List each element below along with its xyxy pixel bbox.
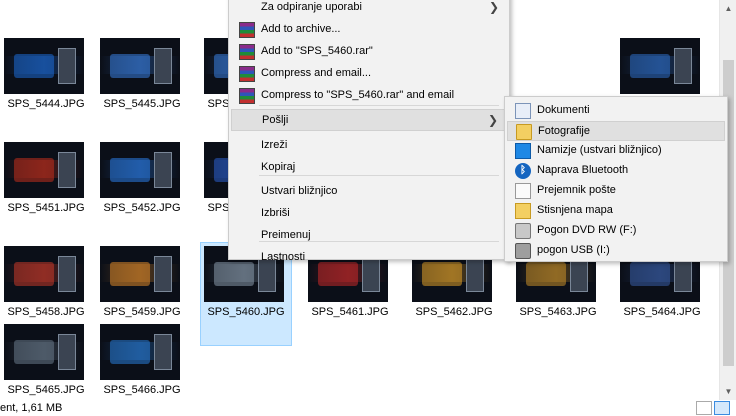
file-item[interactable]: SPS_5444.JPG bbox=[0, 38, 92, 134]
file-name: SPS_5465.JPG bbox=[7, 384, 85, 396]
menu-item-label: Izbriši bbox=[261, 207, 290, 219]
file-item[interactable]: SPS_5451.JPG bbox=[0, 142, 92, 238]
winrar-icon bbox=[239, 22, 255, 38]
context-menu-item[interactable]: Pošlji ❯ bbox=[231, 109, 507, 131]
image-thumbnail bbox=[100, 142, 180, 198]
file-name: SPS_5451.JPG bbox=[7, 202, 85, 214]
scroll-down-arrow-icon[interactable]: ▼ bbox=[720, 383, 736, 400]
menu-item-label: Za odpiranje uporabi bbox=[261, 1, 362, 13]
winrar-icon bbox=[239, 44, 255, 60]
image-thumbnail bbox=[4, 38, 84, 94]
chevron-right-icon: ❯ bbox=[487, 113, 498, 127]
zip-folder-icon bbox=[515, 203, 531, 219]
image-thumbnail bbox=[100, 324, 180, 380]
menu-item-label: Izreži bbox=[261, 139, 288, 151]
send-to-item[interactable]: Pogon DVD RW (F:) bbox=[507, 221, 725, 241]
menu-item-label: Namizje (ustvari bližnjico) bbox=[537, 144, 662, 156]
file-name: SPS_5452.JPG bbox=[103, 202, 181, 214]
send-to-item[interactable]: Namizje (ustvari bližnjico) bbox=[507, 141, 725, 161]
file-item[interactable]: SPS_5452.JPG bbox=[96, 142, 188, 238]
send-to-item[interactable]: ᛒ Naprava Bluetooth bbox=[507, 161, 725, 181]
winrar-icon bbox=[239, 88, 255, 104]
dvd-drive-icon bbox=[515, 223, 531, 239]
send-to-item[interactable]: pogon USB (I:) bbox=[507, 241, 725, 261]
folder-icon bbox=[516, 124, 532, 140]
scroll-up-arrow-icon[interactable]: ▲ bbox=[720, 0, 736, 17]
large-icons-view-icon[interactable] bbox=[714, 401, 730, 415]
context-menu-item[interactable]: Add to archive... bbox=[231, 19, 507, 41]
menu-item-label: Fotografije bbox=[538, 125, 590, 137]
file-item[interactable]: SPS_5445.JPG bbox=[96, 38, 188, 134]
usb-drive-icon bbox=[515, 243, 531, 259]
file-name: SPS_5463.JPG bbox=[519, 306, 597, 318]
chevron-right-icon: ❯ bbox=[488, 0, 499, 14]
menu-item-label: Ustvari bližnjico bbox=[261, 185, 338, 197]
image-thumbnail bbox=[100, 38, 180, 94]
image-thumbnail bbox=[4, 246, 84, 302]
menu-item-label: Preimenuj bbox=[261, 229, 311, 241]
context-menu-item[interactable]: Add to "SPS_5460.rar" bbox=[231, 41, 507, 63]
menu-item-label: Add to archive... bbox=[261, 23, 341, 35]
file-name: SPS_5445.JPG bbox=[103, 98, 181, 110]
file-name: SPS_5461.JPG bbox=[311, 306, 389, 318]
send-to-item[interactable]: Dokumenti bbox=[507, 101, 725, 121]
context-menu-item[interactable]: Lastnosti bbox=[231, 247, 507, 269]
context-menu-item[interactable]: Compress to "SPS_5460.rar" and email bbox=[231, 85, 507, 107]
context-menu-item[interactable]: Izreži bbox=[231, 135, 507, 157]
thumbnail-console-panel bbox=[58, 152, 76, 188]
file-name: SPS_5458.JPG bbox=[7, 306, 85, 318]
context-menu-item[interactable]: Preimenuj bbox=[231, 225, 507, 247]
send-to-item[interactable]: Prejemnik pošte bbox=[507, 181, 725, 201]
image-thumbnail bbox=[4, 142, 84, 198]
thumbnail-console-panel bbox=[154, 256, 172, 292]
mail-icon bbox=[515, 183, 531, 199]
file-name: SPS_5444.JPG bbox=[7, 98, 85, 110]
file-name: SPS_5459.JPG bbox=[103, 306, 181, 318]
send-to-submenu: Dokumenti Fotografije Namizje (ustvari bli… bbox=[504, 96, 728, 262]
send-to-item[interactable]: Stisnjena mapa bbox=[507, 201, 725, 221]
details-view-icon[interactable] bbox=[696, 401, 712, 415]
menu-item-label: Stisnjena mapa bbox=[537, 204, 613, 216]
send-to-item[interactable]: Fotografije bbox=[507, 121, 725, 141]
context-menu-item[interactable]: Kopiraj bbox=[231, 157, 507, 179]
image-thumbnail bbox=[100, 246, 180, 302]
menu-item-label: pogon USB (I:) bbox=[537, 244, 610, 256]
thumbnail-console-panel bbox=[154, 152, 172, 188]
context-menu-item[interactable]: Compress and email... bbox=[231, 63, 507, 85]
status-bar: ent, 1,61 MB bbox=[0, 400, 736, 416]
thumbnail-console-panel bbox=[58, 334, 76, 370]
thumbnail-console-panel bbox=[154, 48, 172, 84]
context-menu-item[interactable]: Izbriši bbox=[231, 203, 507, 225]
status-text: ent, 1,61 MB bbox=[0, 402, 63, 414]
menu-item-label: Compress to "SPS_5460.rar" and email bbox=[261, 89, 455, 101]
bluetooth-icon: ᛒ bbox=[515, 163, 531, 179]
thumbnail-console-panel bbox=[58, 48, 76, 84]
file-name: SPS_5462.JPG bbox=[415, 306, 493, 318]
context-menu-item[interactable]: Za odpiranje uporabi ❯ bbox=[231, 0, 507, 19]
winrar-icon bbox=[239, 66, 255, 82]
image-thumbnail bbox=[4, 324, 84, 380]
menu-item-label: Add to "SPS_5460.rar" bbox=[261, 45, 373, 57]
context-menu: Za odpiranje uporabi ❯ Add to archive... Ad… bbox=[228, 0, 510, 263]
menu-item-label: Lastnosti bbox=[261, 251, 306, 263]
menu-item-label: Pogon DVD RW (F:) bbox=[537, 224, 637, 236]
desktop-icon bbox=[515, 143, 531, 159]
file-name: SPS_5466.JPG bbox=[103, 384, 181, 396]
menu-item-label: Pošlji bbox=[262, 114, 289, 126]
thumbnail-console-panel bbox=[58, 256, 76, 292]
image-thumbnail bbox=[620, 38, 700, 94]
menu-item-label: Kopiraj bbox=[261, 161, 296, 173]
file-name: SPS_5460.JPG bbox=[207, 306, 285, 318]
file-name: SPS_5464.JPG bbox=[623, 306, 701, 318]
thumbnail-console-panel bbox=[154, 334, 172, 370]
thumbnail-console-panel bbox=[674, 48, 692, 84]
context-menu-item[interactable]: Ustvari bližnjico bbox=[231, 181, 507, 203]
menu-item-label: Prejemnik pošte bbox=[537, 184, 616, 196]
menu-item-label: Dokumenti bbox=[537, 104, 590, 116]
menu-item-label: Naprava Bluetooth bbox=[537, 164, 629, 176]
documents-icon bbox=[515, 103, 531, 119]
menu-item-label: Compress and email... bbox=[261, 67, 372, 79]
